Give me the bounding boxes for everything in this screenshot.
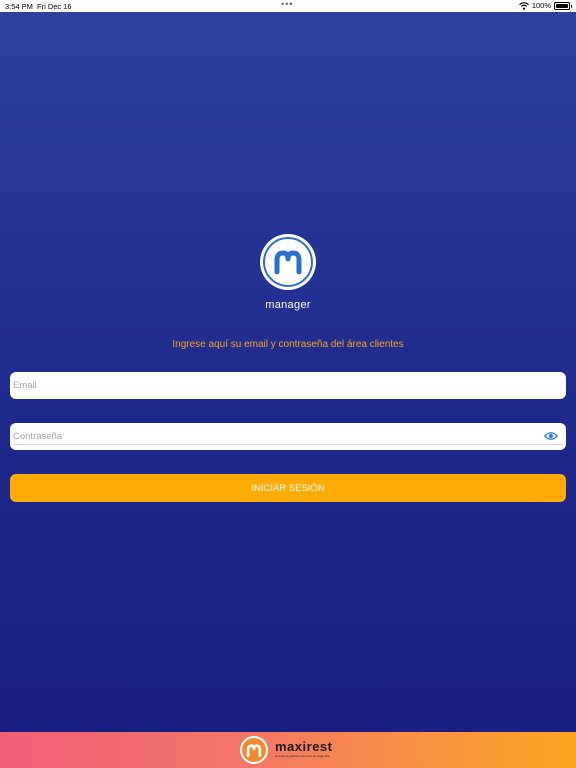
m-logo-icon — [274, 250, 302, 274]
login-button[interactable]: INICIAR SESIÓN — [10, 474, 566, 502]
wifi-icon — [518, 1, 529, 10]
password-field[interactable] — [10, 423, 566, 450]
status-bar: 3:54 PM Fri Dec 16 ••• 100% — [0, 0, 576, 12]
email-input[interactable] — [10, 372, 523, 399]
login-prompt: Ingrese aquí su email y contraseña del á… — [172, 339, 404, 350]
eye-icon[interactable] — [544, 431, 558, 441]
status-date: Fri Dec 16 — [37, 2, 72, 11]
battery-icon — [554, 1, 572, 10]
status-right: 100% — [518, 1, 572, 10]
password-underline — [13, 444, 563, 445]
brand-name: maxirest — [275, 739, 333, 754]
email-field[interactable] — [10, 372, 566, 399]
password-input[interactable] — [10, 423, 523, 450]
brand-tagline: el sistema gastronómico N1 en Argentina — [275, 754, 330, 758]
maxirest-logo-icon — [240, 736, 268, 764]
multitasking-dots[interactable]: ••• — [281, 0, 293, 9]
battery-percent: 100% — [531, 1, 551, 10]
app-logo — [260, 234, 316, 290]
status-time: 3:54 PM — [5, 2, 33, 11]
footer-banner: maxirest el sistema gastronómico N1 en A… — [0, 732, 576, 768]
app-logo-label: manager — [265, 299, 311, 311]
